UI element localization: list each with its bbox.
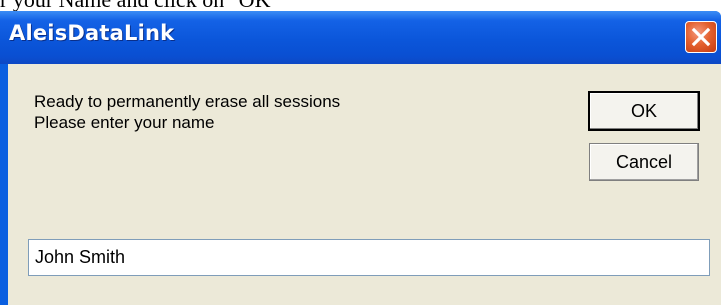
close-icon (691, 27, 711, 47)
screenshot: r your Name and click on "OK" AleisDataL… (0, 0, 721, 305)
message-line-erase: Ready to permanently erase all sessions (34, 92, 341, 111)
cancel-button[interactable]: Cancel (589, 143, 699, 181)
aleisdatalink-dialog: AleisDataLink Ready to permanently erase… (0, 11, 721, 305)
name-input[interactable] (28, 239, 710, 276)
message-line-enter-name: Please enter your name (34, 113, 215, 132)
instruction-text: r your Name and click on "OK" (0, 0, 279, 12)
ok-button[interactable]: OK (588, 91, 700, 131)
dialog-body: Ready to permanently erase all sessions … (8, 64, 721, 305)
dialog-message: Ready to permanently erase all sessions … (34, 91, 340, 133)
dialog-title: AleisDataLink (9, 21, 175, 45)
close-button[interactable] (685, 21, 717, 53)
title-bar[interactable]: AleisDataLink (0, 11, 721, 64)
